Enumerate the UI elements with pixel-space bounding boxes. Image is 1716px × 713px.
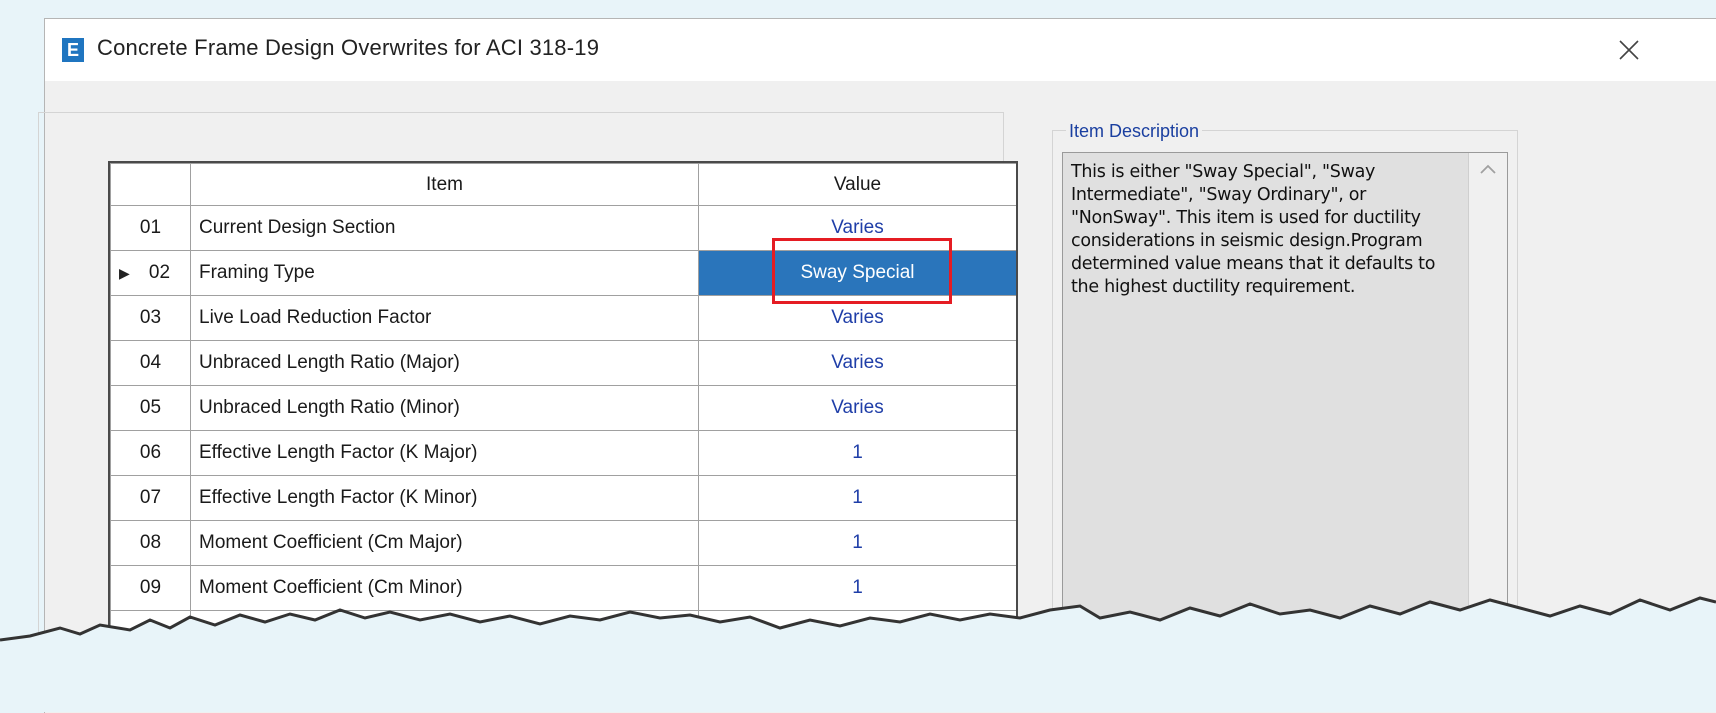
item-cell[interactable]: Effective Length Factor (K Minor)	[190, 475, 699, 521]
value-cell[interactable]: Varies	[698, 295, 1016, 341]
value-cell[interactable]: 1	[698, 520, 1016, 566]
title-bar: E Concrete Frame Design Overwrites for A…	[45, 19, 1716, 81]
table-row[interactable]: 05 Unbraced Length Ratio (Minor) Varies	[110, 385, 1016, 431]
item-cell[interactable]: Unbraced Length Ratio (Major)	[190, 340, 699, 386]
row-number[interactable]: 01	[110, 205, 191, 251]
table-row[interactable]: 08 Moment Coefficient (Cm Major) 1	[110, 520, 1016, 566]
item-cell[interactable]: Moment Coefficient (Cm Major)	[190, 520, 699, 566]
value-cell[interactable]: Varies	[698, 205, 1016, 251]
row-pointer-icon: ▶	[119, 265, 130, 281]
table-row[interactable]: 04 Unbraced Length Ratio (Major) Varies	[110, 340, 1016, 386]
value-cell[interactable]: Varies	[698, 340, 1016, 386]
row-number[interactable]: 05	[110, 385, 191, 431]
table-row[interactable]: 03 Live Load Reduction Factor Varies	[110, 295, 1016, 341]
row-number[interactable]: 03	[110, 295, 191, 341]
description-label: Item Description	[1066, 121, 1203, 142]
item-cell[interactable]: Framing Type	[190, 250, 699, 296]
window-title: Concrete Frame Design Overwrites for ACI…	[97, 35, 600, 60]
app-icon: E	[62, 38, 84, 62]
item-cell[interactable]: Current Design Section	[190, 205, 699, 251]
close-icon	[1619, 40, 1639, 60]
row-number[interactable]: 07	[110, 475, 191, 521]
description-text: This is either "Sway Special", "Sway Int…	[1071, 162, 1436, 297]
row-number[interactable]: 06	[110, 430, 191, 476]
table-row[interactable]: 06 Effective Length Factor (K Major) 1	[110, 430, 1016, 476]
row-number[interactable]: 04	[110, 340, 191, 386]
header-item[interactable]: Item	[190, 163, 699, 206]
torn-edge-decoration	[0, 596, 1716, 712]
row-number[interactable]: ▶ 02	[110, 250, 191, 296]
item-cell[interactable]: Effective Length Factor (K Major)	[190, 430, 699, 476]
value-cell[interactable]: 1	[698, 430, 1016, 476]
value-cell-selected[interactable]: Sway Special	[698, 250, 1016, 296]
chevron-up-icon[interactable]	[1479, 163, 1497, 175]
table-row[interactable]: 07 Effective Length Factor (K Minor) 1	[110, 475, 1016, 521]
value-cell[interactable]: 1	[698, 475, 1016, 521]
header-row: Item Value	[110, 163, 1016, 206]
value-cell[interactable]: Varies	[698, 385, 1016, 431]
table-row-selected[interactable]: ▶ 02 Framing Type Sway Special	[110, 250, 1016, 296]
row-number-text: 02	[148, 262, 171, 283]
table-row[interactable]: 01 Current Design Section Varies	[110, 205, 1016, 251]
header-row-number	[110, 163, 191, 206]
item-cell[interactable]: Unbraced Length Ratio (Minor)	[190, 385, 699, 431]
item-cell[interactable]: Live Load Reduction Factor	[190, 295, 699, 341]
row-number[interactable]: 08	[110, 520, 191, 566]
close-button[interactable]	[1605, 27, 1653, 73]
header-value[interactable]: Value	[698, 163, 1016, 206]
